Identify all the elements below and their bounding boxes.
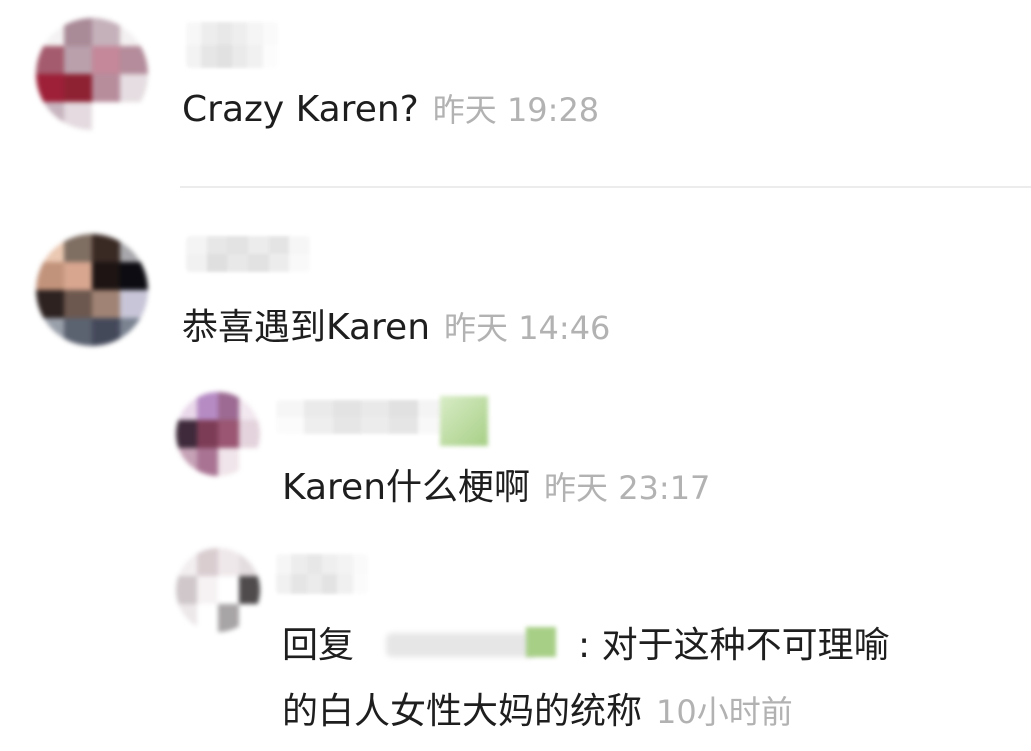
avatar-pixel [36,18,64,46]
avatar-pixel [36,102,64,130]
comment-text[interactable]: 恭喜遇到Karen 昨天 14:46 [182,304,610,352]
avatar-pixel [239,420,260,448]
avatar-pixel [218,548,239,576]
avatar-pixel [64,318,92,346]
reply-text[interactable]: Karen什么梗啊 昨天 23:17 [282,464,710,512]
comment-time: 昨天 19:28 [432,91,600,129]
avatar-pixel [64,234,92,262]
avatar-reply-1[interactable] [176,392,260,476]
avatar-pixel [92,46,120,74]
avatar-pixel [120,46,148,74]
avatar-pixel [176,548,197,576]
reply-time: 昨天 23:17 [544,469,711,507]
comment-time: 昨天 14:46 [444,309,611,347]
avatar-pixel [120,290,148,318]
user-badge-icon [440,396,488,446]
avatar-pixel [36,74,64,102]
avatar-pixel [218,448,239,476]
mentioned-user-redacted[interactable] [356,625,576,669]
avatar-pixel [64,18,92,46]
avatar-pixel [92,102,120,130]
avatar-pixel [218,392,239,420]
avatar-pixel [197,448,218,476]
avatar-pixel [197,420,218,448]
avatar-pixel [92,318,120,346]
avatar-pixel [92,18,120,46]
avatar-pixel [64,74,92,102]
avatar-pixel [120,74,148,102]
avatar-pixel [239,448,260,476]
avatar-pixel [92,262,120,290]
avatar-comment-2[interactable] [36,234,148,346]
avatar-pixel [92,234,120,262]
avatar-pixel [218,576,239,604]
avatar-pixel [64,262,92,290]
avatar-pixel [176,420,197,448]
reply-text-continued[interactable]: 的白人女性大妈的统称 10小时前 [282,688,793,736]
avatar-comment-1[interactable] [36,18,148,130]
avatar-pixel [218,420,239,448]
avatar-pixel [64,46,92,74]
avatar-pixel [64,290,92,318]
avatar-pixel [197,548,218,576]
avatar-pixel [176,392,197,420]
avatar-pixel [239,604,260,632]
avatar-pixel [239,392,260,420]
reply-time: 10小时前 [656,693,793,731]
username-redacted[interactable] [186,236,310,272]
reply-body-line1: : 对于这种不可理喻 [578,625,890,666]
avatar-pixel [197,604,218,632]
avatar-pixel [239,548,260,576]
avatar-pixel [239,576,260,604]
avatar-pixel [64,102,92,130]
comment-text[interactable]: Crazy Karen? 昨天 19:28 [182,86,599,134]
reply-body: Karen什么梗啊 [282,467,531,508]
avatar-pixel [36,290,64,318]
avatar-pixel [120,102,148,130]
avatar-pixel [36,46,64,74]
avatar-pixel [36,318,64,346]
username-redacted[interactable] [186,22,278,68]
comment-body: 恭喜遇到Karen [182,307,431,348]
avatar-pixel [176,448,197,476]
avatar-pixel [92,290,120,318]
reply-text[interactable]: 回复 : 对于这种不可理喻 [282,622,890,670]
reply-body-line2: 的白人女性大妈的统称 [282,691,643,732]
avatar-pixel [176,576,197,604]
reply-prefix: 回复 [282,625,355,666]
avatar-reply-2[interactable] [176,548,260,632]
comment-body: Crazy Karen? [182,89,419,130]
avatar-pixel [197,392,218,420]
avatar-pixel [120,318,148,346]
username-redacted[interactable] [276,554,368,594]
avatar-pixel [120,18,148,46]
divider [180,186,1031,188]
avatar-pixel [120,234,148,262]
avatar-pixel [176,604,197,632]
avatar-pixel [120,262,148,290]
avatar-pixel [36,234,64,262]
avatar-pixel [197,576,218,604]
avatar-pixel [218,604,239,632]
avatar-pixel [36,262,64,290]
username-redacted[interactable] [276,400,446,434]
avatar-pixel [92,74,120,102]
